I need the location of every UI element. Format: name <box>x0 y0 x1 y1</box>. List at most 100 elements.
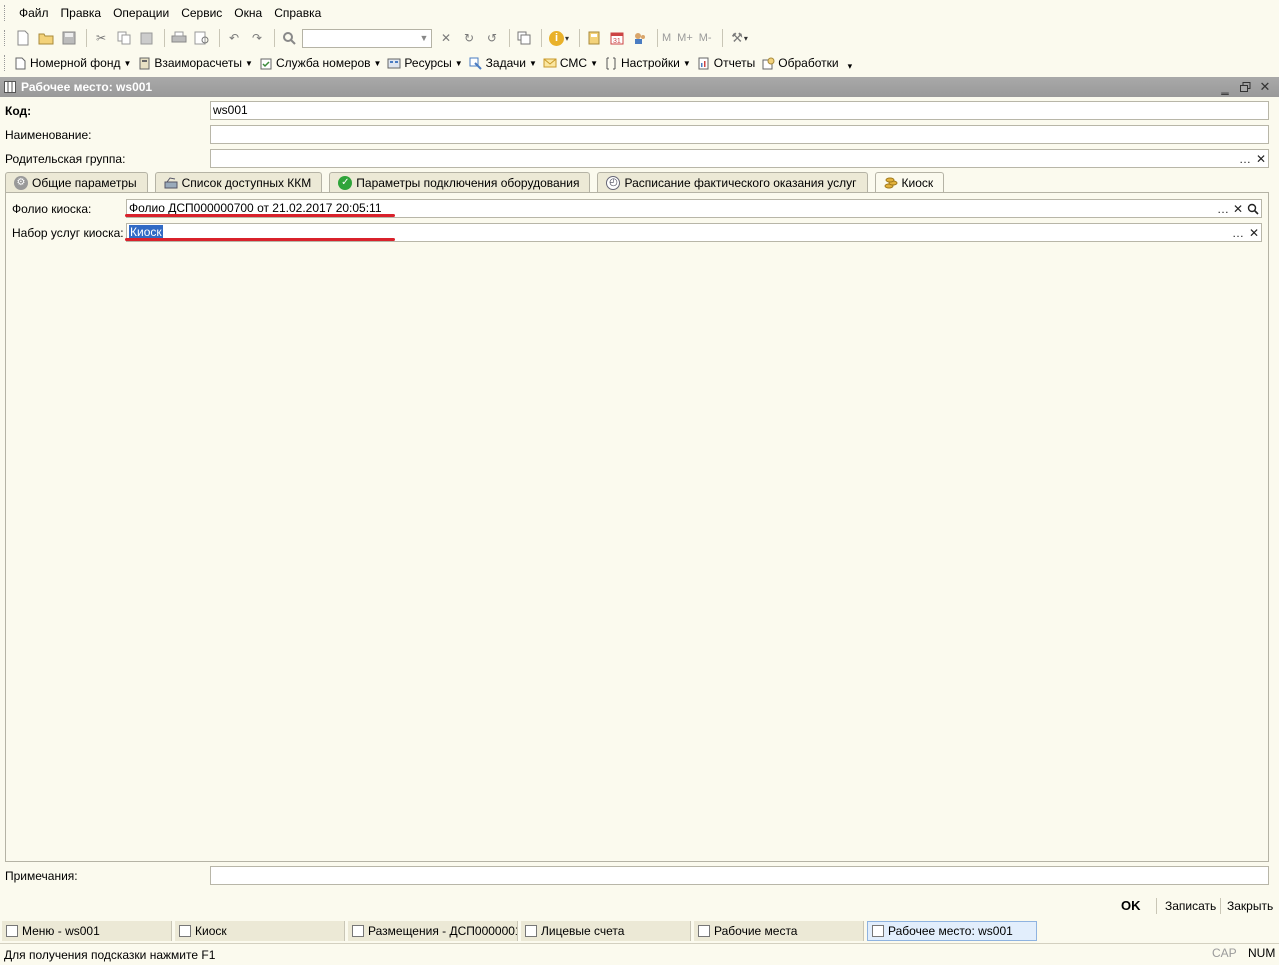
sms-icon <box>543 56 557 70</box>
calendar-icon[interactable]: 31 <box>607 28 627 48</box>
close-icon[interactable]: ✕ <box>1255 78 1275 96</box>
annotation-underline-folio <box>125 214 395 217</box>
chevron-down-icon: ▼ <box>590 58 599 68</box>
window-title-bar[interactable]: Рабочее место: ws001 ‗ ✕ <box>0 77 1279 97</box>
find-previous-icon[interactable]: ↺ <box>482 28 502 48</box>
menu-operations[interactable]: Операции <box>107 3 175 23</box>
print-preview-icon[interactable] <box>192 28 212 48</box>
memory-minus-button[interactable]: M- <box>699 32 712 44</box>
chevron-down-icon: ▾ <box>847 60 853 71</box>
list-icon <box>698 925 710 937</box>
menu-edit[interactable]: Правка <box>55 3 108 23</box>
print-icon[interactable] <box>169 28 189 48</box>
tab-kkm-list[interactable]: Список доступных ККМ <box>154 172 323 192</box>
tab-equipment-connection[interactable]: ✓ Параметры подключения оборудования <box>329 172 591 192</box>
menu-service[interactable]: Сервис <box>175 3 228 23</box>
parent-group-select-button[interactable]: … <box>1237 150 1253 167</box>
taskbar-item-label: Лицевые счета <box>541 924 625 938</box>
close-button[interactable]: Закрыть <box>1222 897 1278 915</box>
magnifier-icon <box>1247 203 1259 215</box>
chevron-down-icon[interactable]: ▼ <box>417 30 431 47</box>
redo-icon[interactable]: ↷ <box>247 28 267 48</box>
chevron-down-icon: ▼ <box>528 58 537 68</box>
window-icon <box>6 925 18 937</box>
search-combo[interactable]: ▼ <box>302 28 432 48</box>
toolbar-item-label: Отчеты <box>713 56 756 70</box>
undo-icon[interactable]: ↶ <box>224 28 244 48</box>
notes-field[interactable] <box>210 866 1269 885</box>
toolbar-item-sms[interactable]: СМС ▼ <box>543 56 598 70</box>
taskbar-item-label: Меню - ws001 <box>22 924 100 938</box>
tab-kiosk[interactable]: Киоск <box>874 172 945 193</box>
name-field[interactable] <box>210 125 1269 144</box>
toolbar-item-processing[interactable]: Обработки <box>761 56 839 70</box>
copy-icon[interactable] <box>114 28 134 48</box>
tab-general-params[interactable]: ⚙ Общие параметры <box>5 172 148 192</box>
clear-search-icon[interactable]: ✕ <box>436 28 456 48</box>
folio-kiosk-open-button[interactable] <box>1245 200 1261 217</box>
kiosk-services-label: Набор услуг киоска: <box>12 226 124 240</box>
restore-icon[interactable] <box>1235 78 1255 96</box>
windows-icon[interactable] <box>514 28 534 48</box>
paste-icon[interactable] <box>137 28 157 48</box>
taskbar-item-workplace-ws001[interactable]: Рабочее место: ws001 <box>867 921 1037 941</box>
info-icon[interactable]: i ▾ <box>546 28 572 48</box>
cash-register-icon <box>164 176 178 190</box>
form-icon <box>872 925 884 937</box>
document-icon <box>13 56 27 70</box>
code-label: Код: <box>5 104 32 118</box>
save-disk-icon[interactable] <box>59 28 79 48</box>
toolbar-grip <box>4 30 7 46</box>
taskbar-item-menu[interactable]: Меню - ws001 <box>2 921 172 941</box>
open-folder-icon[interactable] <box>36 28 56 48</box>
toolbar-item-reports[interactable]: Отчеты <box>697 56 755 70</box>
folio-kiosk-select-button[interactable]: … <box>1215 200 1231 217</box>
chevron-down-icon: ▼ <box>245 58 253 68</box>
calculator-icon[interactable] <box>584 28 604 48</box>
chevron-down-icon: ▼ <box>373 58 382 68</box>
kiosk-services-value: Киоск <box>129 225 163 239</box>
parent-group-clear-button[interactable]: ✕ <box>1253 150 1269 167</box>
ok-button[interactable]: OK <box>1116 897 1146 915</box>
toolbar-item-settlements[interactable]: Взаиморасчеты ▼ <box>137 56 253 70</box>
find-icon[interactable] <box>279 28 299 48</box>
menu-help[interactable]: Справка <box>268 3 327 23</box>
users-icon[interactable] <box>630 28 650 48</box>
memory-plus-button[interactable]: M+ <box>677 32 693 44</box>
taskbar-item-label: Киоск <box>195 924 227 938</box>
tools-icon[interactable]: ⚒ ▾ <box>727 28 753 48</box>
toolbar-separator <box>274 29 275 47</box>
toolbar-item-room-fund[interactable]: Номерной фонд ▼ <box>13 56 131 70</box>
taskbar-item-accounts[interactable]: Лицевые счета <box>521 921 691 941</box>
toolbar-separator <box>579 29 580 47</box>
kiosk-services-select-button[interactable]: … <box>1230 224 1246 241</box>
taskbar-item-kiosk[interactable]: Киоск <box>175 921 345 941</box>
kiosk-services-clear-button[interactable]: ✕ <box>1246 224 1262 241</box>
folio-kiosk-clear-button[interactable]: ✕ <box>1230 200 1246 217</box>
toolbar-item-label: Номерной фонд <box>30 56 121 70</box>
svg-text:31: 31 <box>613 38 621 45</box>
new-document-icon[interactable] <box>13 28 33 48</box>
taskbar-item-placements[interactable]: Размещения - ДСП0000001... <box>348 921 518 941</box>
cut-icon[interactable]: ✂ <box>91 28 111 48</box>
parent-group-field[interactable] <box>210 149 1269 168</box>
save-button[interactable]: Записать <box>1160 897 1221 915</box>
tab-service-schedule[interactable]: ◴ Расписание фактического оказания услуг <box>597 172 868 192</box>
report-icon <box>697 56 711 70</box>
taskbar-item-workplaces[interactable]: Рабочие места <box>694 921 864 941</box>
settings-icon <box>604 56 618 70</box>
menu-bar: Файл Правка Операции Сервис Окна Справка <box>0 0 1279 26</box>
toolbar-item-settings[interactable]: Настройки ▼ <box>604 56 691 70</box>
toolbar-overflow-button[interactable]: ▾ <box>845 55 853 72</box>
menu-help-label: Справка <box>274 6 322 20</box>
toolbar-item-tasks[interactable]: Задачи ▼ <box>469 56 537 70</box>
code-field[interactable]: ws001 <box>210 101 1269 120</box>
memory-button[interactable]: M <box>662 32 671 44</box>
toolbar-item-resources[interactable]: Ресурсы ▼ <box>387 56 463 70</box>
toolbar-item-room-service[interactable]: Служба номеров ▼ <box>259 56 381 70</box>
minimize-icon[interactable]: ‗ <box>1215 78 1235 96</box>
find-next-icon[interactable]: ↻ <box>459 28 479 48</box>
kiosk-tab-panel <box>5 192 1269 862</box>
menu-file[interactable]: Файл <box>13 3 55 23</box>
menu-windows[interactable]: Окна <box>228 3 268 23</box>
